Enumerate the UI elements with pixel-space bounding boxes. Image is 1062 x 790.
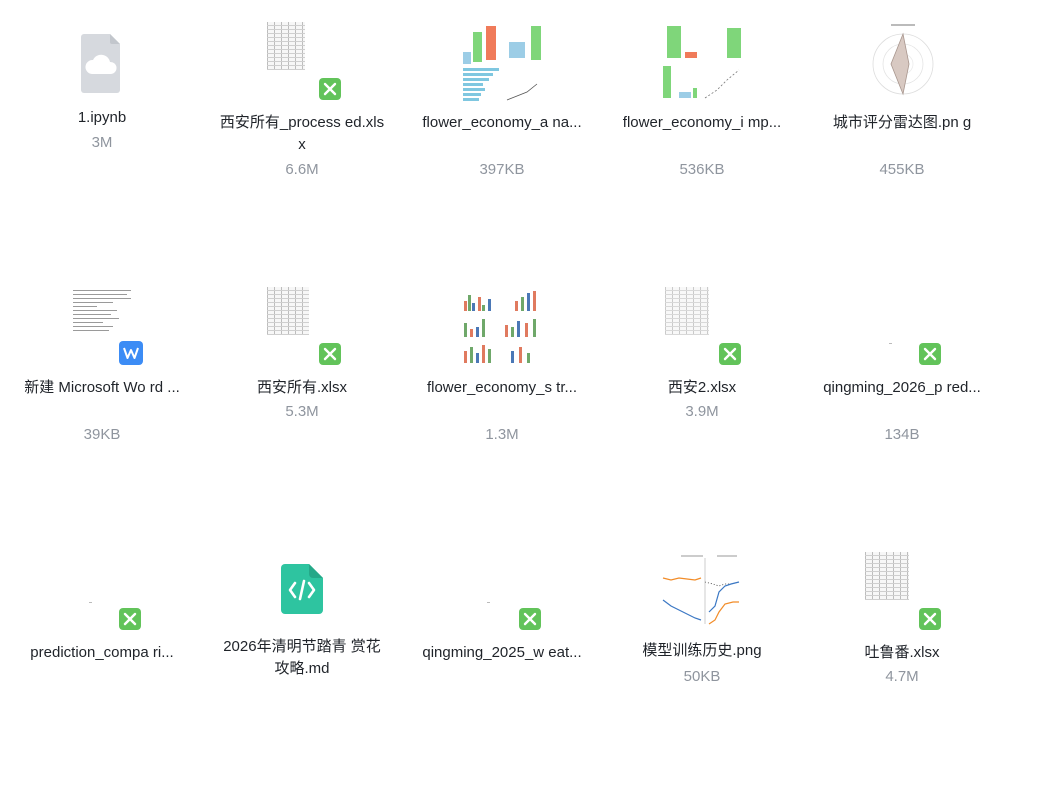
chart-thumbnail bbox=[661, 22, 743, 102]
excel-icon bbox=[319, 343, 341, 365]
excel-icon bbox=[919, 343, 941, 365]
word-icon bbox=[119, 341, 143, 365]
chart-thumbnail bbox=[461, 22, 543, 102]
sheet-thumbnail bbox=[267, 287, 309, 335]
file-tile-city-radar-png[interactable]: 城市评分雷达图.pn g 455KB bbox=[817, 20, 987, 260]
markdown-icon bbox=[281, 564, 323, 614]
sheet-thumbnail bbox=[665, 287, 709, 335]
file-tile-new-word-doc[interactable]: 新建 Microsoft Wo rd ... 39KB bbox=[17, 285, 187, 525]
file-tile-turpan-xlsx[interactable]: 吐鲁番.xlsx 4.7M bbox=[817, 550, 987, 790]
file-size: 4.7M bbox=[885, 668, 919, 685]
file-name: 西安所有.xlsx bbox=[256, 379, 347, 396]
file-size: 455KB bbox=[879, 161, 925, 178]
excel-icon bbox=[519, 608, 541, 630]
file-tile-qingming-guide-md[interactable]: 2026年清明节踏青 赏花攻略.md bbox=[217, 550, 387, 790]
file-name: flower_economy_a na... bbox=[422, 114, 582, 131]
excel-icon bbox=[119, 608, 141, 630]
excel-icon bbox=[319, 78, 341, 100]
file-name: qingming_2026_p red... bbox=[823, 379, 981, 396]
file-name: 1.ipynb bbox=[77, 109, 127, 126]
file-name: 吐鲁番.xlsx bbox=[864, 644, 940, 661]
file-tile-flower-economy-ana[interactable]: flower_economy_a na... 397KB bbox=[417, 20, 587, 260]
sheet-thumbnail bbox=[865, 552, 909, 600]
sheet-thumbnail bbox=[889, 343, 892, 344]
file-name: 新建 Microsoft Wo rd ... bbox=[24, 379, 180, 396]
sheet-thumbnail bbox=[267, 22, 305, 70]
file-size: 39KB bbox=[83, 426, 121, 443]
file-size: 5.3M bbox=[285, 403, 319, 420]
file-name: 西安所有_process ed.xlsx bbox=[219, 114, 385, 153]
file-tile-xian2-xlsx[interactable]: 西安2.xlsx 3.9M bbox=[617, 285, 787, 525]
file-name: flower_economy_s tr... bbox=[426, 379, 578, 396]
file-name: 2026年清明节踏青 赏花攻略.md bbox=[223, 638, 381, 677]
file-size: 536KB bbox=[679, 161, 725, 178]
excel-icon bbox=[919, 608, 941, 630]
sheet-thumbnail bbox=[89, 602, 92, 603]
file-name: prediction_compa ri... bbox=[30, 644, 174, 661]
file-tile-flower-economy-imp[interactable]: flower_economy_i mp... 536KB bbox=[617, 20, 787, 260]
excel-icon bbox=[719, 343, 741, 365]
file-tile-model-training-history[interactable]: 模型训练历史.png 50KB bbox=[617, 550, 787, 790]
cloud-file-icon bbox=[52, 20, 152, 120]
file-tile-qingming-2026-pred[interactable]: qingming_2026_p red... 134B bbox=[817, 285, 987, 525]
line-chart-thumbnail bbox=[661, 554, 743, 626]
file-size: 3.9M bbox=[685, 403, 719, 420]
file-size: 1.3M bbox=[485, 426, 519, 443]
file-tile-flower-economy-str[interactable]: flower_economy_s tr... 1.3M bbox=[417, 285, 587, 525]
file-name: 模型训练历史.png bbox=[642, 642, 762, 659]
file-tile-xian-all-xlsx[interactable]: 西安所有.xlsx 5.3M bbox=[217, 285, 387, 525]
file-name: qingming_2025_w eat... bbox=[422, 644, 582, 661]
file-tile-xian-processed-xlsx[interactable]: 西安所有_process ed.xlsx 6.6M bbox=[217, 20, 387, 260]
file-tile-prediction-compari[interactable]: prediction_compa ri... bbox=[17, 550, 187, 790]
file-size: 6.6M bbox=[285, 161, 319, 178]
radar-thumbnail bbox=[865, 22, 941, 102]
file-size: 134B bbox=[884, 426, 920, 443]
file-size: 397KB bbox=[479, 161, 525, 178]
sheet-thumbnail bbox=[487, 602, 490, 603]
file-name: flower_economy_i mp... bbox=[622, 114, 782, 131]
file-size: 50KB bbox=[683, 668, 721, 685]
file-name: 城市评分雷达图.pn g bbox=[832, 114, 972, 131]
chart-thumbnail bbox=[461, 287, 543, 367]
file-name: 西安2.xlsx bbox=[667, 379, 737, 396]
file-size: 3M bbox=[91, 134, 113, 151]
file-tile-1-ipynb[interactable]: 1.ipynb 3M bbox=[17, 20, 187, 260]
file-tile-qingming-2025-weat[interactable]: qingming_2025_w eat... bbox=[417, 550, 587, 790]
